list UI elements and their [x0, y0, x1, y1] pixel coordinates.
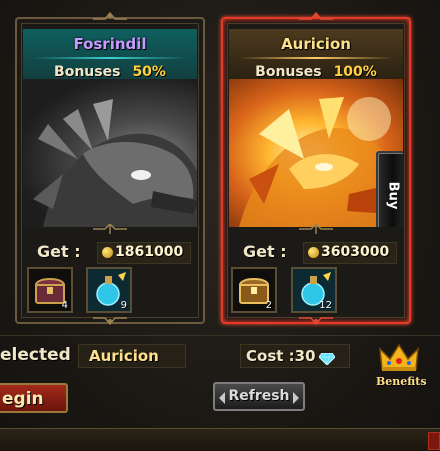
- card-header: Auricion Bonuses 100%: [229, 29, 403, 80]
- arrow-right-icon: [293, 392, 299, 404]
- dragon-card-fosrindil[interactable]: Fosrindil Bonuses 50% Get : 1861000 4 9: [15, 11, 205, 326]
- dragon-card-auricion[interactable]: Auricion Bonuses 100% Buy Get : 3603000: [221, 11, 411, 326]
- selected-field: Auricion: [78, 344, 186, 368]
- gold-reward-box: 3603000: [303, 242, 397, 264]
- item-quantity: 12: [319, 300, 332, 311]
- refresh-button[interactable]: Refresh: [213, 382, 305, 411]
- top-ornament-icon: [299, 11, 333, 21]
- item-quantity: 9: [120, 300, 127, 311]
- bonuses-label: Bonuses: [54, 64, 121, 80]
- mid-ornament-icon: [299, 224, 333, 234]
- begin-button[interactable]: egin: [0, 383, 68, 413]
- name-divider: [33, 57, 187, 59]
- item-slot-potion[interactable]: 12: [291, 267, 337, 313]
- get-label: Get :: [37, 242, 81, 261]
- dragon-name: Fosrindil: [73, 35, 147, 53]
- divider: [0, 335, 440, 336]
- bonuses-line: Bonuses 50%: [23, 64, 197, 80]
- buy-button[interactable]: Buy: [376, 151, 403, 227]
- gold-coin-icon: [308, 247, 319, 258]
- buy-label: Buy: [385, 181, 401, 210]
- reward-row: Get : 1861000: [17, 241, 203, 264]
- refresh-label: Refresh: [228, 388, 290, 404]
- bonuses-value: 50%: [132, 64, 166, 80]
- selected-value: Auricion: [89, 347, 159, 365]
- benefits-label: Benefits: [376, 375, 427, 388]
- dragon-name: Auricion: [281, 35, 351, 53]
- gold-coin-icon: [102, 247, 113, 258]
- corner-button[interactable]: [428, 432, 440, 450]
- bonuses-label: Bonuses: [255, 64, 322, 80]
- top-ornament-icon: [93, 11, 127, 21]
- cost-label: Cost :30: [246, 347, 316, 365]
- mid-ornament-icon: [93, 224, 127, 234]
- begin-label: egin: [2, 389, 44, 409]
- dragon-portrait-gold: Buy: [229, 79, 403, 227]
- item-slot-potion[interactable]: 9: [86, 267, 132, 313]
- item-quantity: 2: [265, 300, 272, 311]
- selected-label: elected :: [0, 345, 84, 365]
- dragon-portrait-grey: [23, 79, 197, 227]
- bonuses-value: 100%: [333, 64, 377, 80]
- item-slot-chest[interactable]: 2: [231, 267, 277, 313]
- diamond-icon: [318, 350, 336, 369]
- name-divider: [239, 57, 393, 59]
- get-label: Get :: [243, 242, 287, 261]
- bonuses-line: Bonuses 100%: [229, 64, 403, 80]
- bottom-ornament-icon: [299, 316, 333, 326]
- item-quantity: 4: [61, 300, 68, 311]
- gold-reward-value: 3603000: [321, 244, 390, 260]
- reward-row: Get : 3603000: [223, 241, 409, 264]
- bottom-ornament-icon: [93, 316, 127, 326]
- item-slot-chest[interactable]: 4: [27, 267, 73, 313]
- gold-reward-value: 1861000: [115, 244, 184, 260]
- bottom-frame: [0, 428, 440, 451]
- grey-dragon-icon: [33, 99, 197, 227]
- crown-icon: [379, 343, 419, 371]
- gold-reward-box: 1861000: [97, 242, 191, 264]
- cost-field: Cost :30: [240, 344, 350, 368]
- card-header: Fosrindil Bonuses 50%: [23, 29, 197, 80]
